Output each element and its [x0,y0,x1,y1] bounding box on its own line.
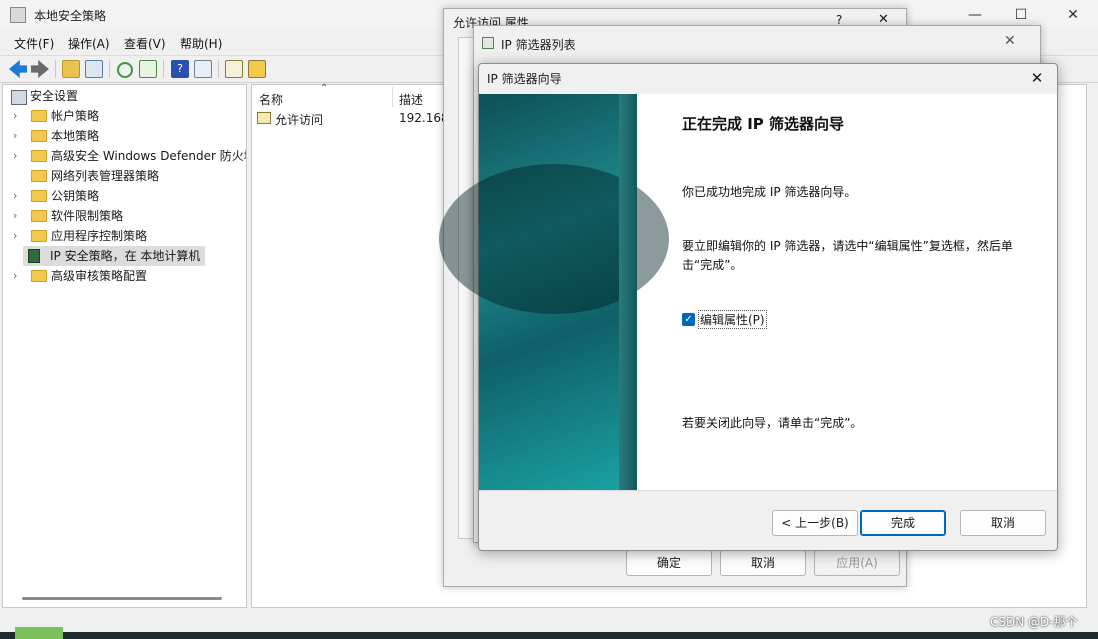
desktop-strip [0,632,1098,639]
status-bar [0,610,1098,632]
tree-root-label: 安全设置 [30,89,79,103]
tree-item-advanced-audit[interactable]: › 高级审核策略配置 [3,266,246,286]
wizard-success-text: 你已成功地完成 IP 筛选器向导。 [682,185,857,199]
folder-icon [31,110,47,122]
chevron-right-icon[interactable]: › [13,146,17,166]
chevron-right-icon[interactable]: › [13,126,17,146]
folder-icon [31,190,47,202]
ok-button[interactable]: 确定 [626,550,712,576]
folder-icon [31,210,47,222]
up-folder-icon[interactable] [62,60,80,78]
refresh-icon[interactable] [117,62,133,78]
security-policy-app-icon [10,7,26,23]
chevron-right-icon[interactable]: › [13,226,17,246]
folder-icon [31,230,47,242]
tree-item-app-control[interactable]: › 应用程序控制策略 [3,226,246,246]
sort-ascending-icon: ⌃ [320,83,329,94]
chevron-right-icon[interactable]: › [13,206,17,226]
close-button[interactable]: ✕ [1050,0,1096,30]
tree-item-label: 帐户策略 [51,109,100,123]
menu-help[interactable]: 帮助(H) [180,35,222,52]
wizard-cancel-button[interactable]: 取消 [960,510,1046,536]
tree-item-network-list[interactable]: 网络列表管理器策略 [3,166,246,186]
new-policy-icon[interactable] [225,60,243,78]
filter-list-icon [257,112,271,124]
list-row-description: 192.168 [399,111,449,125]
folder-icon [31,270,47,282]
finish-button[interactable]: 完成 [860,510,946,536]
tree-item-public-key[interactable]: › 公钥策略 [3,186,246,206]
toolbar-separator [163,60,164,78]
tree-item-label: 网络列表管理器策略 [51,169,160,183]
ip-filter-list-title: IP 筛选器列表 [501,38,576,52]
security-settings-icon [11,90,27,105]
tree-root[interactable]: 安全设置 [3,86,246,106]
tree-item-label: 本地策略 [51,129,100,143]
tree-item-label: 软件限制策略 [51,209,124,223]
desktop-icon [15,627,63,639]
window-title: 本地安全策略 [34,9,107,23]
menu-file[interactable]: 文件(F) [14,35,54,52]
manage-filters-icon[interactable] [248,60,266,78]
menu-action[interactable]: 操作(A) [68,35,110,52]
tree-item-ip-security[interactable]: IP 安全策略，在 本地计算机 [23,246,205,266]
forward-arrow-icon[interactable] [31,60,49,78]
menu-view[interactable]: 查看(V) [124,35,166,52]
tree-item-local-policy[interactable]: › 本地策略 [3,126,246,146]
toolbar-separator [218,60,219,78]
tree-item-software-restriction[interactable]: › 软件限制策略 [3,206,246,226]
wizard-body: 正在完成 IP 筛选器向导 你已成功地完成 IP 筛选器向导。 要立即编辑你的 … [439,94,1057,490]
toolbar-separator [55,60,56,78]
tree-item-label: 公钥策略 [51,189,100,203]
apply-button[interactable]: 应用(A) [814,550,900,576]
folder-icon [31,130,47,142]
tree-item-account-policy[interactable]: › 帐户策略 [3,106,246,126]
show-hide-tree-icon[interactable] [85,60,103,78]
column-header-name[interactable]: 名称 [259,91,283,108]
ip-filter-wizard-dialog: IP 筛选器向导 ✕ 正在完成 IP 筛选器向导 你已成功地完成 IP 筛选器向… [439,63,1058,551]
wizard-heading: 正在完成 IP 筛选器向导 [682,115,845,133]
wizard-edit-instructions: 要立即编辑你的 IP 筛选器，请选中“编辑属性”复选框，然后单击“完成”。 [682,239,1013,272]
properties-icon[interactable] [194,60,212,78]
tree-item-label: 应用程序控制策略 [51,229,148,243]
tree-item-label: 高级审核策略配置 [51,269,148,283]
toolbar-separator [109,60,110,78]
back-arrow-icon[interactable] [9,60,27,78]
wizard-title: IP 筛选器向导 [487,72,562,86]
folder-icon [31,150,47,162]
tree-item-label: IP 安全策略，在 本地计算机 [50,249,201,263]
wizard-close-instructions: 若要关闭此向导，请单击“完成”。 [682,416,863,430]
tree-pane: 安全设置 › 帐户策略 › 本地策略 › 高级安全 Windows Defend… [2,84,247,608]
back-button[interactable]: < 上一步(B) [772,510,858,536]
folder-icon [31,170,47,182]
tree-item-label: 高级安全 Windows Defender 防火墙 [51,149,246,163]
filter-list-dialog-icon [482,37,494,49]
wizard-divider [479,490,1057,491]
chevron-right-icon[interactable]: › [13,186,17,206]
wizard-banner-image [439,94,669,490]
wizard-close-button[interactable]: ✕ [1023,65,1051,91]
watermark: CSDN @D-那个 [990,615,1078,629]
cancel-button[interactable]: 取消 [720,550,806,576]
chevron-right-icon[interactable]: › [13,106,17,126]
edit-properties-checkbox[interactable]: ✓ [682,313,695,326]
list-row-name[interactable]: 允许访问 [275,111,323,128]
ip-security-policy-icon [28,249,40,263]
help-icon[interactable]: ? [171,60,189,78]
chevron-right-icon[interactable]: › [13,266,17,286]
ip-filter-list-close-button[interactable]: ✕ [1004,33,1016,49]
tree-item-firewall[interactable]: › 高级安全 Windows Defender 防火墙 [3,146,246,166]
column-header-description[interactable]: 描述 [399,91,423,108]
wizard-banner-band [619,94,637,490]
tree-horizontal-scrollbar[interactable] [22,597,222,600]
column-divider[interactable] [392,87,393,107]
export-list-icon[interactable] [139,60,157,78]
edit-properties-label[interactable]: 编辑属性(P) [698,310,767,329]
